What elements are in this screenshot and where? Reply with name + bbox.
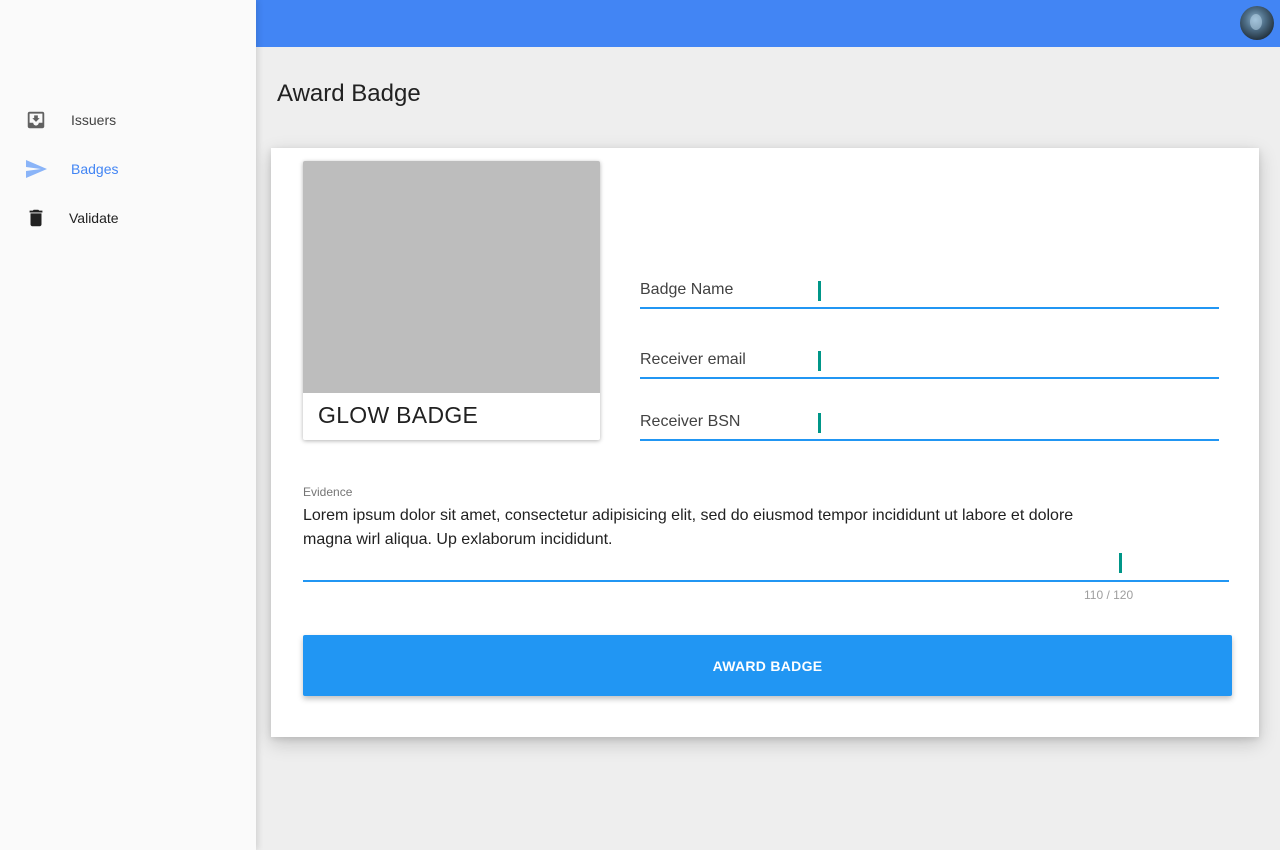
evidence-label: Evidence: [303, 485, 353, 499]
receiver-email-field[interactable]: Receiver email: [640, 347, 1219, 379]
receiver-email-label: Receiver email: [640, 351, 746, 368]
inbox-icon: [24, 108, 48, 132]
receiver-email-input[interactable]: [820, 347, 1219, 377]
top-app-bar: [256, 0, 1280, 47]
evidence-textarea[interactable]: Lorem ipsum dolor sit amet, consectetur …: [303, 504, 1229, 582]
badge-name-field[interactable]: Badge Name: [640, 277, 1219, 309]
award-badge-card: GLOW BADGE Badge Name Receiver email Rec…: [271, 148, 1259, 737]
receiver-bsn-field[interactable]: Receiver BSN: [640, 409, 1219, 441]
award-badge-button[interactable]: AWARD BADGE: [303, 635, 1232, 696]
sidebar-item-validate[interactable]: Validate: [0, 198, 256, 238]
badge-name: GLOW BADGE: [318, 402, 479, 428]
sidebar-item-issuers[interactable]: Issuers: [0, 100, 256, 140]
badge-name-input[interactable]: [820, 277, 1219, 307]
badge-name-label: Badge Name: [640, 281, 734, 298]
sidebar-item-badges[interactable]: Badges: [0, 149, 256, 189]
character-counter: 110 / 120: [1084, 588, 1134, 602]
receiver-bsn-label: Receiver BSN: [640, 413, 741, 430]
text-cursor: [818, 351, 821, 371]
evidence-text: Lorem ipsum dolor sit amet, consectetur …: [303, 507, 1074, 548]
badge-image: [303, 161, 600, 393]
page-title: Award Badge: [277, 80, 421, 107]
text-cursor: [1119, 553, 1122, 573]
text-cursor: [818, 281, 821, 301]
receiver-bsn-input[interactable]: [820, 409, 1219, 439]
send-icon: [24, 157, 48, 181]
user-avatar[interactable]: [1240, 6, 1274, 40]
sidebar: Issuers Badges Validate: [0, 0, 256, 850]
sidebar-item-label: Issuers: [71, 112, 117, 128]
trash-icon: [24, 206, 48, 230]
badge-preview-card: GLOW BADGE: [303, 161, 600, 440]
sidebar-item-label: Badges: [71, 161, 119, 177]
text-cursor: [818, 413, 821, 433]
sidebar-item-label: Validate: [69, 210, 119, 226]
